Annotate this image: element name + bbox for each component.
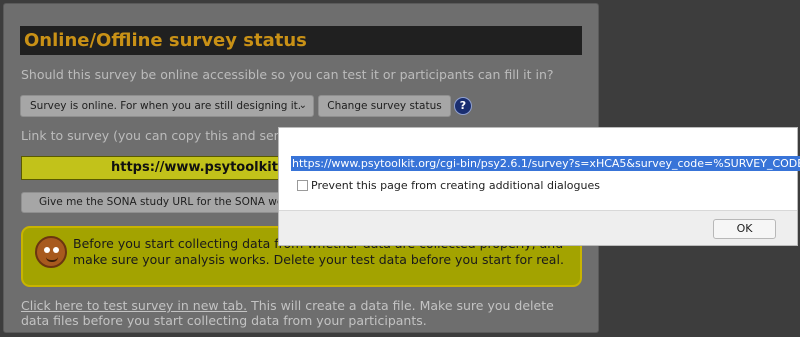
dialog-url-field[interactable]: https://www.psytoolkit.org/cgi-bin/psy2.… [291,152,800,171]
status-question: Should this survey be online accessible … [21,67,554,82]
dialog-footer: OK [279,210,797,245]
test-survey-link[interactable]: Click here to test survey in new tab. [21,298,247,313]
dialog-url-text[interactable]: https://www.psytoolkit.org/cgi-bin/psy2.… [291,156,800,171]
survey-link-label: Link to survey (you can copy this and se… [21,128,307,143]
survey-url-box[interactable]: https://www.psytoolkit.org [21,156,321,180]
test-survey-line: Click here to test survey in new tab. Th… [21,298,581,328]
select-value: Survey is online. For when you are still… [30,100,302,112]
prevent-dialogs-row[interactable]: Prevent this page from creating addition… [297,179,600,193]
prevent-dialogs-label: Prevent this page from creating addition… [311,179,600,192]
chevron-down-icon: ⌄ [298,100,307,111]
survey-status-select[interactable]: Survey is online. For when you are still… [20,95,314,117]
alert-dialog: https://www.psytoolkit.org/cgi-bin/psy2.… [278,127,800,246]
page-title: Online/Offline survey status [20,26,582,55]
help-icon[interactable]: ? [454,97,472,115]
prevent-dialogs-checkbox[interactable] [297,180,308,191]
sona-url-button[interactable]: Give me the SONA study URL for the SONA … [21,192,283,213]
mascot-icon [35,236,67,268]
change-status-button[interactable]: Change survey status [318,95,451,117]
ok-button[interactable]: OK [713,219,776,239]
